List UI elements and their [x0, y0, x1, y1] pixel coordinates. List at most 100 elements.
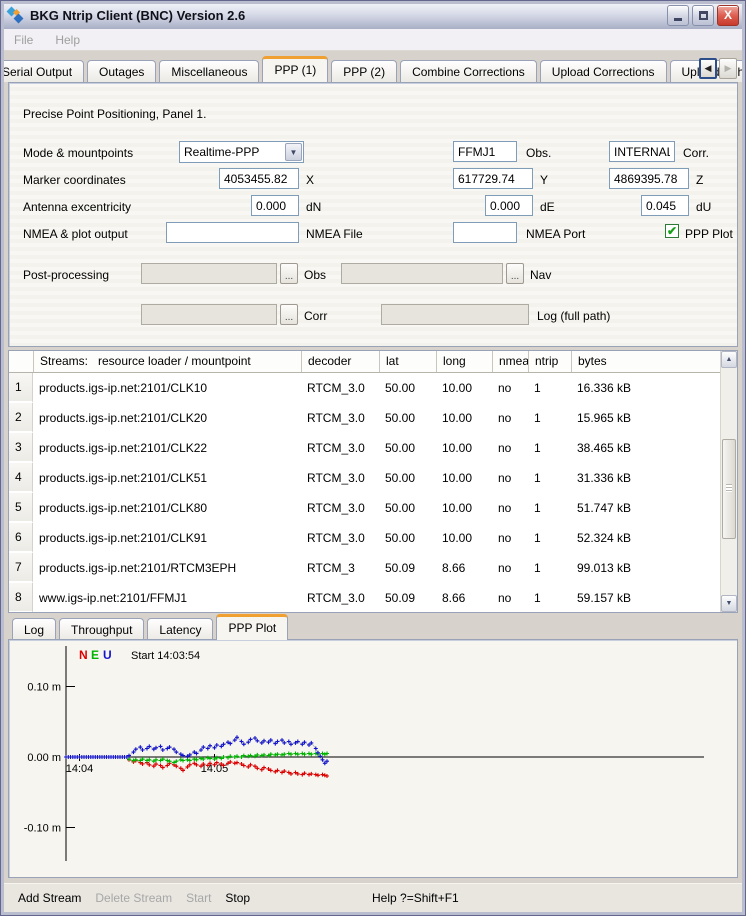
table-cell: 52.324 kB: [571, 523, 720, 553]
table-row[interactable]: 5products.igs-ip.net:2101/CLK80RTCM_3.05…: [9, 493, 720, 523]
post-nav-browse-button[interactable]: ...: [506, 263, 524, 284]
panel-title: Precise Point Positioning, Panel 1.: [23, 107, 206, 121]
title-bar: BKG Ntrip Client (BNC) Version 2.6 X: [1, 1, 745, 29]
table-row[interactable]: 1products.igs-ip.net:2101/CLK10RTCM_3.05…: [9, 373, 720, 403]
obs-label: Obs.: [526, 146, 551, 160]
tab-upload-corrections[interactable]: Upload Corrections: [540, 60, 667, 82]
table-cell: RTCM_3.0: [301, 463, 379, 493]
antenna-dn-input[interactable]: [251, 195, 299, 216]
tab-scroll-left-button[interactable]: ◀: [699, 58, 717, 79]
maximize-icon: [699, 11, 708, 20]
table-row[interactable]: 4products.igs-ip.net:2101/CLK51RTCM_3.05…: [9, 463, 720, 493]
table-cell: no: [492, 493, 528, 523]
y-label: Y: [540, 173, 548, 187]
header-bytes[interactable]: bytes: [571, 351, 737, 372]
table-cell: 50.00: [379, 493, 436, 523]
tab-throughput[interactable]: Throughput: [59, 618, 144, 640]
svg-text:0.10 m: 0.10 m: [27, 682, 61, 694]
tab-latency[interactable]: Latency: [147, 618, 213, 640]
table-cell: 1: [528, 553, 571, 583]
mode-mountpoints-label: Mode & mountpoints: [23, 146, 133, 160]
corr-mountpoint-input[interactable]: [609, 141, 675, 162]
tab-outages[interactable]: Outages: [87, 60, 156, 82]
table-cell: 59.157 kB: [571, 583, 720, 612]
scrollbar-thumb[interactable]: [722, 439, 736, 539]
table-row[interactable]: 6products.igs-ip.net:2101/CLK91RTCM_3.05…: [9, 523, 720, 553]
row-number: 4: [9, 463, 33, 493]
row-number: 7: [9, 553, 33, 583]
row-number: 1: [9, 373, 33, 403]
table-cell: RTCM_3.0: [301, 583, 379, 612]
ppp-plot-checkbox[interactable]: ✔: [665, 224, 679, 238]
header-long[interactable]: long: [436, 351, 492, 372]
streams-table: Streams: resource loader / mountpoint de…: [8, 350, 738, 613]
header-lat[interactable]: lat: [379, 351, 436, 372]
scroll-down-icon[interactable]: ▼: [721, 595, 737, 612]
post-corr-browse-button[interactable]: ...: [280, 304, 298, 325]
table-cell: 99.013 kB: [571, 553, 720, 583]
marker-x-input[interactable]: [219, 168, 299, 189]
nmea-port-input[interactable]: [453, 222, 517, 243]
table-cell: 31.336 kB: [571, 463, 720, 493]
table-row[interactable]: 2products.igs-ip.net:2101/CLK20RTCM_3.05…: [9, 403, 720, 433]
scroll-up-icon[interactable]: ▲: [721, 351, 737, 368]
header-decoder[interactable]: decoder: [301, 351, 379, 372]
mode-combobox[interactable]: Realtime-PPP ▼: [179, 141, 304, 163]
antenna-du-input[interactable]: [641, 195, 689, 216]
help-shortcut-label: Help ?=Shift+F1: [372, 891, 459, 905]
header-nmea[interactable]: nmea: [492, 351, 528, 372]
ppp-panel: Precise Point Positioning, Panel 1. Mode…: [8, 82, 738, 347]
table-cell: no: [492, 523, 528, 553]
table-cell: RTCM_3.0: [301, 523, 379, 553]
table-cell: no: [492, 463, 528, 493]
table-cell: 1: [528, 403, 571, 433]
nmea-file-input[interactable]: [166, 222, 299, 243]
stop-button[interactable]: Stop: [225, 891, 250, 905]
tab-ppp-2[interactable]: PPP (2): [331, 60, 397, 82]
table-cell: products.igs-ip.net:2101/RTCM3EPH: [33, 553, 301, 583]
post-nav-input: [341, 263, 503, 284]
minimize-button[interactable]: [667, 5, 689, 26]
table-cell: RTCM_3.0: [301, 373, 379, 403]
table-scrollbar[interactable]: ▲ ▼: [720, 351, 737, 612]
tab-combine-corrections[interactable]: Combine Corrections: [400, 60, 537, 82]
table-cell: 10.00: [436, 373, 492, 403]
table-cell: products.igs-ip.net:2101/CLK10: [33, 373, 301, 403]
start-button: Start: [186, 891, 211, 905]
tab-serial-output[interactable]: Serial Output: [4, 60, 84, 82]
table-cell: RTCM_3: [301, 553, 379, 583]
tab-scroll-right-button[interactable]: ▶: [719, 58, 737, 79]
close-button[interactable]: X: [717, 5, 739, 26]
table-cell: products.igs-ip.net:2101/CLK91: [33, 523, 301, 553]
table-row[interactable]: 8www.igs-ip.net:2101/FFMJ1RTCM_3.050.098…: [9, 583, 720, 612]
maximize-button[interactable]: [692, 5, 714, 26]
dn-label: dN: [306, 200, 321, 214]
table-cell: 50.09: [379, 553, 436, 583]
obs-mountpoint-input[interactable]: [453, 141, 517, 162]
table-cell: products.igs-ip.net:2101/CLK22: [33, 433, 301, 463]
tab-log[interactable]: Log: [12, 618, 56, 640]
marker-z-input[interactable]: [609, 168, 689, 189]
log-full-path-label: Log (full path): [537, 309, 610, 323]
antenna-de-input[interactable]: [485, 195, 533, 216]
table-cell: 10.00: [436, 523, 492, 553]
corr-label: Corr.: [683, 146, 709, 160]
table-row[interactable]: 7products.igs-ip.net:2101/RTCM3EPHRTCM_3…: [9, 553, 720, 583]
header-mountpoint[interactable]: Streams: resource loader / mountpoint: [33, 351, 301, 372]
marker-y-input[interactable]: [453, 168, 533, 189]
tab-ppp-plot[interactable]: PPP Plot: [216, 614, 288, 640]
table-cell: no: [492, 583, 528, 612]
svg-text:14:04: 14:04: [66, 763, 94, 775]
post-obs-browse-button[interactable]: ...: [280, 263, 298, 284]
tab-miscellaneous[interactable]: Miscellaneous: [159, 60, 259, 82]
checkmark-icon: ✔: [667, 225, 677, 237]
tab-ppp-1[interactable]: PPP (1): [262, 56, 328, 82]
add-stream-button[interactable]: Add Stream: [18, 891, 81, 905]
marker-coordinates-label: Marker coordinates: [23, 173, 126, 187]
header-ntrip[interactable]: ntrip: [528, 351, 571, 372]
menu-help[interactable]: Help: [55, 33, 80, 47]
table-row[interactable]: 3products.igs-ip.net:2101/CLK22RTCM_3.05…: [9, 433, 720, 463]
svg-text:N: N: [79, 648, 88, 662]
menu-file[interactable]: File: [14, 33, 33, 47]
scrollbar-grip: [726, 484, 732, 492]
